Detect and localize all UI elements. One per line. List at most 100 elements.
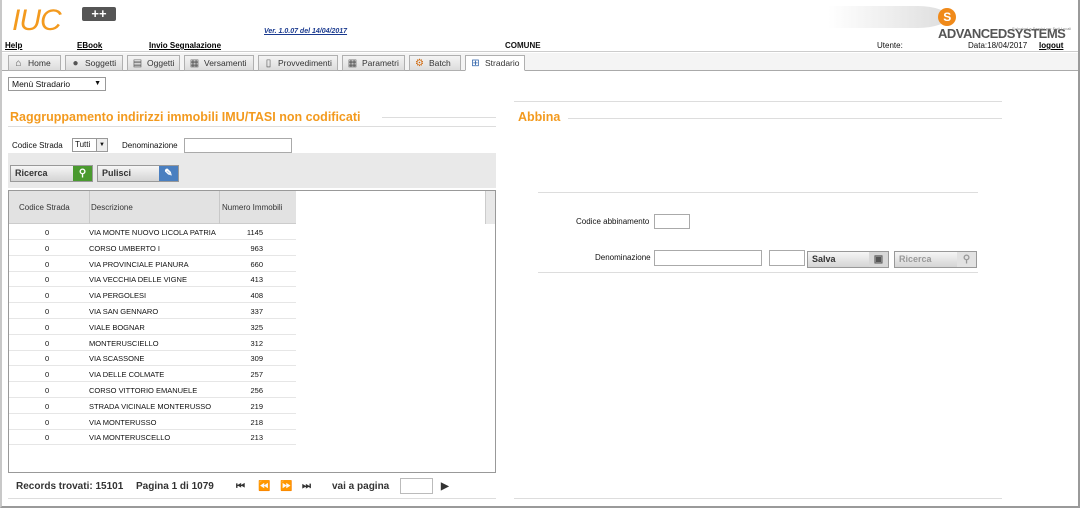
button-label: Salva: [812, 254, 836, 264]
cell-codice: 0: [45, 322, 50, 332]
table-row[interactable]: 0 CORSO UMBERTO I 963: [9, 240, 296, 256]
cell-descrizione: VIA PERGOLESI: [89, 291, 147, 301]
cell-codice: 0: [45, 401, 50, 411]
first-page-icon[interactable]: ⏮: [236, 481, 245, 492]
help-link[interactable]: Help: [5, 41, 22, 50]
cell-codice: 0: [45, 386, 50, 395]
denominazione-input[interactable]: [184, 138, 292, 153]
app-logo: IUC: [12, 4, 62, 37]
goto-page-input[interactable]: [400, 478, 433, 494]
tab-stradario[interactable]: ⊞ Stradario: [465, 55, 525, 71]
salva-button[interactable]: Salva ▣: [807, 251, 889, 268]
ricerca-abbina-button[interactable]: Ricerca ⚲: [894, 251, 977, 268]
table-row[interactable]: 0 VIA MONTERUSCELLO 213: [9, 429, 296, 446]
cell-codice: 0: [45, 259, 50, 269]
tab-soggetti[interactable]: ● Soggetti: [65, 55, 123, 71]
last-page-icon[interactable]: ⏭: [302, 481, 311, 492]
search-icon: ⚲: [73, 166, 92, 181]
title-rule: [568, 118, 1002, 119]
cell-numero: 309: [250, 354, 263, 364]
next-page-icon[interactable]: ⏩: [280, 481, 292, 492]
cell-numero: 337: [250, 307, 263, 316]
brand-swoosh-graphic: [828, 6, 948, 28]
tab-label: Home: [28, 58, 51, 68]
table-row[interactable]: 0 CORSO VITTORIO EMANUELE 256: [9, 382, 296, 398]
codice-abbinamento-input[interactable]: [654, 214, 690, 229]
prev-page-icon[interactable]: ⏪: [258, 481, 270, 492]
right-top-divider: [514, 101, 1002, 102]
right-divider: [538, 192, 978, 193]
dropdown-label: Menù Stradario: [12, 79, 71, 89]
cell-codice: 0: [45, 275, 50, 285]
table-row[interactable]: 0 VIA PROVINCIALE PIANURA 660: [9, 256, 296, 272]
grid-header: Codice Strada Descrizione Numero Immobil…: [9, 191, 296, 224]
cell-codice: 0: [45, 433, 50, 443]
denominazione-abbina-input[interactable]: [654, 250, 762, 266]
cell-descrizione: VIA VECCHIA DELLE VIGNE: [89, 275, 187, 285]
column-header-numero[interactable]: Numero Immobili: [222, 203, 282, 212]
gear-icon: ⚙: [415, 58, 424, 69]
brand-logo-icon: S: [938, 8, 956, 26]
file-icon: ▯: [265, 58, 272, 69]
table-row[interactable]: 0 VIA MONTERUSSO 218: [9, 414, 296, 430]
eraser-icon: ✎: [159, 166, 178, 181]
table-row[interactable]: 0 VIALE BOGNAR 325: [9, 319, 296, 335]
table-row[interactable]: 0 VIA SCASSONE 309: [9, 350, 296, 367]
table-row[interactable]: 0 MONTERUSCIELLO 312: [9, 335, 296, 351]
tab-oggetti[interactable]: ▤ Oggetti: [127, 55, 180, 71]
column-separator: [89, 191, 90, 224]
cell-descrizione: VIA PROVINCIALE PIANURA: [89, 259, 189, 269]
codice-abbina-input[interactable]: [769, 250, 805, 266]
logout-link[interactable]: logout: [1039, 41, 1063, 50]
tab-provvedimenti[interactable]: ▯ Provvedimenti: [258, 55, 338, 71]
top-menu-bar: Help EBook Invio Segnalazione COMUNE Ute…: [2, 40, 1078, 52]
cell-descrizione: VIALE BOGNAR: [89, 322, 145, 332]
pulisci-button[interactable]: Pulisci ✎: [97, 165, 179, 182]
ebook-link[interactable]: EBook: [77, 41, 102, 50]
button-label: Pulisci: [102, 168, 132, 178]
table-row[interactable]: 0 VIA SAN GENNARO 337: [9, 303, 296, 319]
goto-page-label: vai a pagina: [332, 481, 390, 492]
version-link[interactable]: Ver. 1.0.07 del 14/04/2017: [264, 28, 347, 35]
column-header-codice[interactable]: Codice Strada: [19, 203, 70, 212]
column-header-descrizione[interactable]: Descrizione: [91, 203, 133, 212]
goto-page-arrow-icon[interactable]: ▶: [441, 481, 449, 492]
cell-numero: 325: [250, 322, 263, 332]
table-row[interactable]: 0 STRADA VICINALE MONTERUSSO 219: [9, 398, 296, 414]
cell-descrizione: MONTERUSCIELLO: [89, 338, 159, 348]
cell-descrizione: VIA MONTE NUOVO LICOLA PATRIA: [89, 228, 216, 237]
cell-codice: 0: [45, 338, 50, 348]
table-row[interactable]: 0 VIA DELLE COLMATE 257: [9, 366, 296, 383]
cell-descrizione: VIA MONTERUSSO: [89, 417, 157, 427]
codice-strada-select[interactable]: Tutti ▼: [72, 138, 108, 152]
tab-home[interactable]: ⌂ Home: [8, 55, 61, 71]
grid-scrollbar[interactable]: [485, 191, 495, 224]
road-icon: ⊞: [471, 58, 480, 69]
chevron-down-icon: ▼: [94, 80, 101, 87]
cell-numero: 219: [250, 401, 263, 411]
ricerca-button[interactable]: Ricerca ⚲: [10, 165, 93, 182]
cell-descrizione: VIA DELLE COLMATE: [89, 370, 165, 380]
title-rule: [382, 117, 496, 118]
date-label: Data:18/04/2017: [968, 41, 1028, 50]
tab-versamenti[interactable]: ▦ Versamenti: [184, 55, 254, 71]
comune-label: COMUNE: [505, 41, 541, 50]
left-bottom-divider: [8, 498, 496, 499]
tab-batch[interactable]: ⚙ Batch: [409, 55, 461, 71]
cell-descrizione: STRADA VICINALE MONTERUSSO: [89, 401, 212, 411]
cell-numero: 408: [250, 291, 263, 301]
table-row[interactable]: 0 VIA PERGOLESI 408: [9, 287, 296, 304]
menu-stradario-dropdown[interactable]: Menù Stradario ▼: [8, 77, 106, 91]
tab-label: Stradario: [485, 58, 520, 68]
tab-parametri[interactable]: ▦ Parametri: [342, 55, 405, 71]
invio-segnalazione-link[interactable]: Invio Segnalazione: [149, 41, 221, 50]
table-row[interactable]: 0 VIA VECCHIA DELLE VIGNE 413: [9, 271, 296, 288]
cell-numero: 256: [250, 386, 263, 395]
cell-codice: 0: [45, 243, 50, 253]
pager: Records trovati: 15101 Pagina 1 di 1079 …: [8, 475, 496, 497]
codice-abbinamento-label: Codice abbinamento: [576, 217, 650, 226]
cell-descrizione: CORSO VITTORIO EMANUELE: [89, 386, 198, 395]
search-toolbar: Ricerca ⚲ Pulisci ✎: [8, 153, 496, 188]
payment-icon: ▦: [189, 58, 200, 69]
table-row[interactable]: 0 VIA MONTE NUOVO LICOLA PATRIA 1145: [9, 224, 296, 240]
